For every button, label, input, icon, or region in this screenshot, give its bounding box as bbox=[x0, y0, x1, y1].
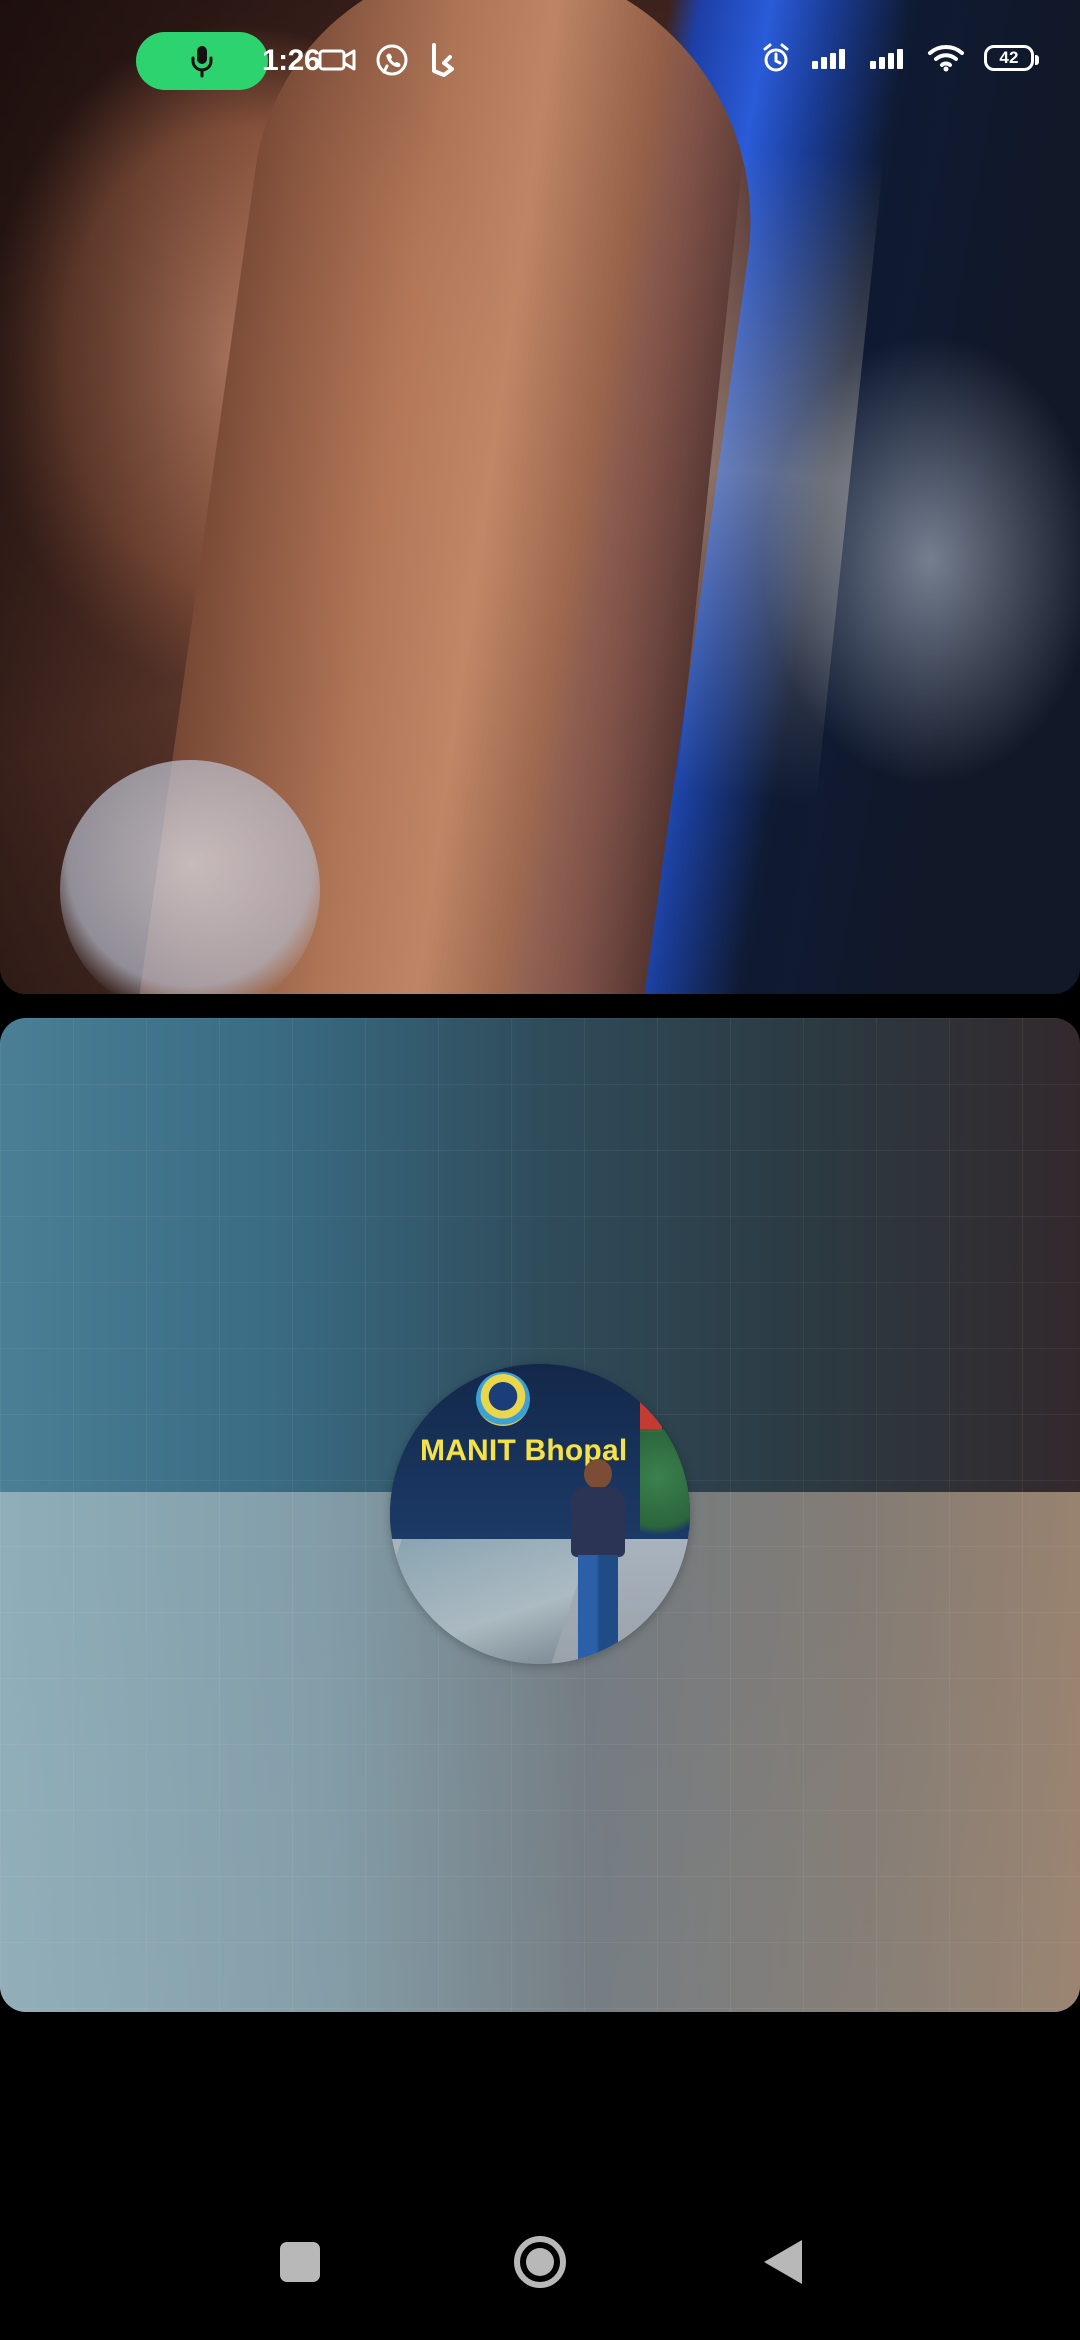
triangle-back-icon bbox=[764, 2240, 802, 2284]
circle-icon bbox=[514, 2236, 566, 2288]
avatar-person-head bbox=[584, 1459, 612, 1489]
avatar-person bbox=[566, 1459, 630, 1664]
home-button[interactable] bbox=[490, 2212, 590, 2312]
recent-apps-button[interactable] bbox=[250, 2212, 350, 2312]
navigation-bar bbox=[0, 2190, 1080, 2340]
mic-indicator[interactable] bbox=[136, 32, 268, 90]
back-button[interactable] bbox=[730, 2212, 830, 2312]
avatar-railing bbox=[390, 1539, 592, 1664]
video-call-screen: MANIT Bhopal 1:26 42 bbox=[0, 0, 1080, 2340]
avatar-person-legs bbox=[578, 1555, 618, 1660]
microphone-icon bbox=[191, 46, 213, 78]
remote-video-tile[interactable] bbox=[0, 0, 1080, 994]
avatar-sign bbox=[640, 1392, 662, 1432]
caller-avatar: MANIT Bhopal bbox=[390, 1364, 690, 1664]
avatar-tree bbox=[640, 1429, 690, 1549]
square-icon bbox=[280, 2242, 320, 2282]
campus-logo-icon bbox=[476, 1372, 530, 1426]
avatar-person-torso bbox=[571, 1487, 625, 1557]
